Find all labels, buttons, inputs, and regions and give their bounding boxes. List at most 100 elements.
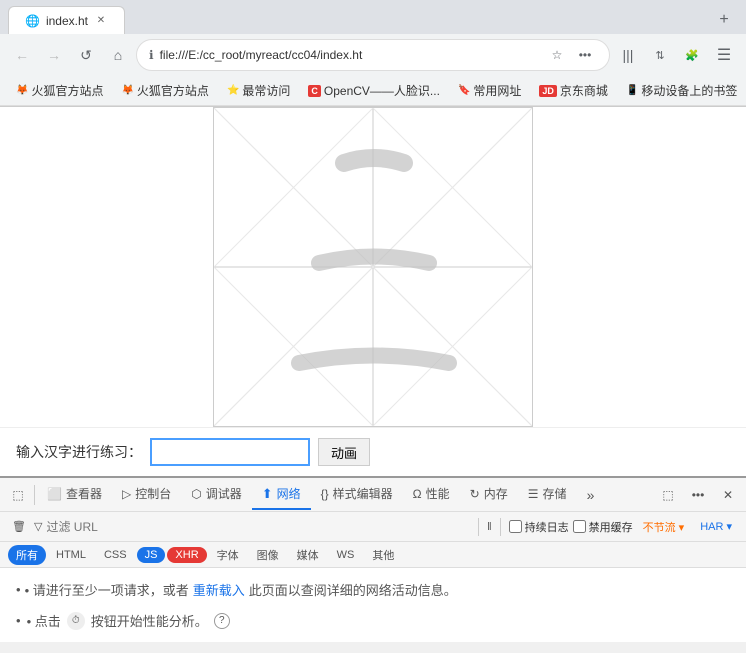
- filter-tab-all[interactable]: 所有: [8, 545, 46, 565]
- bookmark-favicon-6: 📱: [626, 85, 638, 96]
- url-filter-input[interactable]: [46, 520, 470, 534]
- filter-tab-css[interactable]: CSS: [96, 547, 135, 563]
- character-grid: [0, 107, 746, 427]
- filter-tab-js[interactable]: JS: [137, 547, 166, 563]
- animation-btn[interactable]: 动画: [318, 438, 370, 466]
- bookmark-favicon-0: 🦊: [16, 85, 28, 96]
- grid-container: [213, 107, 533, 427]
- home-btn[interactable]: ⌂: [104, 41, 132, 69]
- network-message-2: • • 点击 ⏱ 按钮开始性能分析。 ?: [16, 611, 730, 630]
- nav-bar: ← → ↺ ⌂ ℹ file:///E:/cc_root/myreact/cc0…: [0, 34, 746, 76]
- responsive-design-btn[interactable]: ⬚: [654, 481, 682, 509]
- bookmark-star-btn[interactable]: ☆: [545, 43, 569, 67]
- filter-tabs: 所有 HTML CSS JS XHR 字体 图像 媒体 WS 其他: [0, 542, 746, 568]
- devtools-tab-debugger[interactable]: ⬡ 调试器: [181, 479, 252, 510]
- devtools-tab-performance[interactable]: Ω 性能: [403, 479, 460, 510]
- bullet-2: •: [16, 613, 21, 628]
- pause-btn[interactable]: ‖: [487, 521, 492, 533]
- devtools-tab-style-editor[interactable]: {} 样式编辑器: [311, 479, 403, 510]
- bookmark-item-6[interactable]: 📱 移动设备上的书签: [618, 79, 745, 102]
- active-tab[interactable]: 🌐 index.ht ✕: [8, 6, 125, 34]
- debugger-icon: ⬡: [191, 487, 201, 501]
- bookmark-item-3[interactable]: C OpenCV——人脸识...: [300, 79, 448, 102]
- reload-link[interactable]: 重新载入: [193, 580, 245, 599]
- tab-close-btn[interactable]: ✕: [94, 14, 108, 28]
- bookmarks-bar: 🦊 火狐官方站点 🦊 火狐官方站点 ⭐ 最常访问 C OpenCV——人脸识..…: [0, 76, 746, 106]
- input-label: 输入汉字进行练习：: [16, 442, 142, 462]
- har-btn[interactable]: HAR ▾: [694, 518, 738, 535]
- bookmark-favicon-5: JD: [539, 85, 557, 97]
- bookmark-favicon-3: C: [308, 85, 321, 97]
- perf-icon-symbol: ⏱: [72, 615, 80, 626]
- persist-log-checkbox[interactable]: [509, 520, 522, 533]
- extensions-btn[interactable]: 🧩: [678, 41, 706, 69]
- help-icon[interactable]: ?: [214, 613, 230, 629]
- input-area: 输入汉字进行练习： 动画: [0, 427, 746, 476]
- style-editor-icon: {}: [321, 487, 329, 501]
- address-bar[interactable]: ℹ file:///E:/cc_root/myreact/cc04/index.…: [136, 39, 610, 71]
- main-menu-btn[interactable]: ☰: [710, 41, 738, 69]
- bullet-1: •: [16, 582, 21, 597]
- devtools-tab-console[interactable]: ▷ 控制台: [112, 479, 181, 510]
- clear-network-btn[interactable]: 🗑: [8, 516, 30, 538]
- devtools-panel: ⬚ ⬜ 查看器 ▷ 控制台 ⬡ 调试器 ⬆ 网络 {} 样式编辑器 Ω 性能 ↻…: [0, 476, 746, 642]
- storage-icon: ☰: [528, 487, 539, 501]
- toolbar-separator-1: [34, 485, 35, 505]
- filter-input-area: ▽: [34, 520, 470, 534]
- reload-btn[interactable]: ↺: [72, 41, 100, 69]
- more-address-btn[interactable]: •••: [573, 43, 597, 67]
- pause-icon: ‖: [487, 521, 492, 533]
- bookmark-item-2[interactable]: ⭐ 最常访问: [219, 79, 298, 102]
- sync-btn[interactable]: ⇅: [646, 41, 674, 69]
- persist-log-label[interactable]: 持续日志: [509, 519, 569, 535]
- bookmark-item-0[interactable]: 🦊 火狐官方站点: [8, 79, 111, 102]
- disable-cache-checkbox[interactable]: [573, 520, 586, 533]
- tab-title: index.ht: [46, 14, 88, 28]
- bookmark-favicon-1: 🦊: [121, 85, 133, 96]
- filter-tab-html[interactable]: HTML: [48, 547, 94, 563]
- devtools-tab-storage[interactable]: ☰ 存储: [518, 479, 577, 510]
- devtools-tab-network[interactable]: ⬆ 网络: [252, 479, 311, 510]
- msg2-prefix: • 点击: [27, 611, 61, 630]
- bookmark-item-4[interactable]: 🔖 常用网址: [450, 79, 529, 102]
- no-throttle-btn[interactable]: 不节流 ▾: [637, 517, 691, 537]
- address-text: file:///E:/cc_root/myreact/cc04/index.ht: [160, 48, 539, 62]
- msg1-prefix: • 请进行至少一项请求，或者: [25, 580, 189, 599]
- filter-icon: ▽: [34, 520, 42, 533]
- filter-tab-ws[interactable]: WS: [329, 547, 363, 563]
- devtools-tab-memory[interactable]: ↻ 内存: [460, 479, 518, 510]
- performance-icon: Ω: [413, 487, 422, 501]
- filter-tab-fonts[interactable]: 字体: [209, 545, 247, 565]
- bookmarks-btn[interactable]: |||: [614, 41, 642, 69]
- bookmark-favicon-2: ⭐: [227, 85, 239, 96]
- devtools-options-btn[interactable]: •••: [684, 481, 712, 509]
- performance-label: 性能: [426, 485, 450, 502]
- filter-tab-images[interactable]: 图像: [249, 545, 287, 565]
- forward-btn[interactable]: →: [40, 41, 68, 69]
- msg2-suffix: 按钮开始性能分析。: [91, 611, 208, 630]
- filter-tab-other[interactable]: 其他: [364, 545, 402, 565]
- network-label: 网络: [277, 485, 301, 502]
- bookmark-label-5: 京东商城: [560, 82, 608, 99]
- network-icon: ⬆: [262, 486, 273, 502]
- filter-tab-xhr[interactable]: XHR: [167, 547, 206, 563]
- bookmark-item-1[interactable]: 🦊 火狐官方站点: [113, 79, 216, 102]
- devtools-more-tabs-btn[interactable]: »: [577, 481, 605, 509]
- devtools-inspect-btn[interactable]: ⬚: [4, 481, 32, 509]
- devtools-toolbar: ⬚ ⬜ 查看器 ▷ 控制台 ⬡ 调试器 ⬆ 网络 {} 样式编辑器 Ω 性能 ↻…: [0, 478, 746, 512]
- devtools-right-buttons: ⬚ ••• ✕: [654, 481, 742, 509]
- tab-bar: 🌐 index.ht ✕ +: [0, 0, 746, 34]
- devtools-tab-inspector[interactable]: ⬜ 查看器: [37, 479, 112, 510]
- filter-tab-media[interactable]: 媒体: [289, 545, 327, 565]
- disable-cache-label[interactable]: 禁用缓存: [573, 519, 633, 535]
- bookmark-favicon-4: 🔖: [458, 85, 470, 96]
- bookmark-item-5[interactable]: JD 京东商城: [531, 79, 616, 102]
- security-icon: ℹ: [149, 48, 154, 62]
- char-input[interactable]: [150, 438, 310, 466]
- memory-icon: ↻: [470, 487, 480, 501]
- devtools-close-btn[interactable]: ✕: [714, 481, 742, 509]
- disable-cache-text: 禁用缓存: [589, 519, 633, 535]
- back-btn[interactable]: ←: [8, 41, 36, 69]
- persist-log-text: 持续日志: [525, 519, 569, 535]
- new-tab-btn[interactable]: +: [710, 6, 738, 34]
